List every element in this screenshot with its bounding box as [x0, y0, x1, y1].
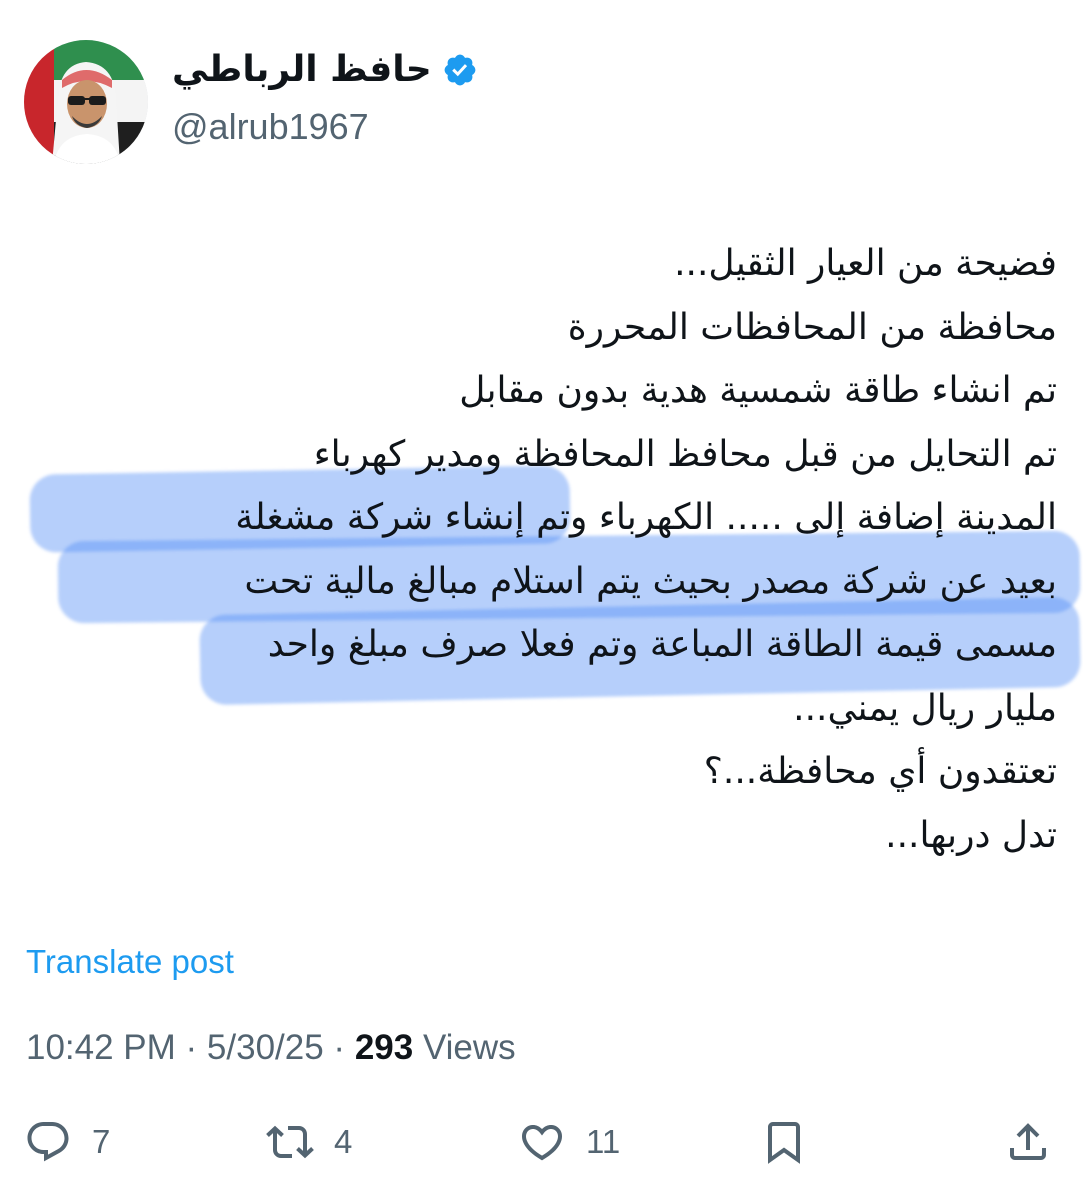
post-meta: 10:42 PM · 5/30/25 · 293 Views — [26, 1028, 516, 1068]
avatar-image — [24, 40, 148, 164]
action-bar: 7 4 11 — [0, 1110, 1083, 1180]
post-text-line: محافظة من المحافظات المحررة — [567, 306, 1057, 348]
post-text-line: مسمى قيمة الطاقة المباعة وتم فعلا صرف مب… — [267, 624, 1057, 665]
post-date[interactable]: 5/30/25 — [207, 1028, 324, 1067]
meta-separator: · — [323, 1028, 355, 1067]
like-button[interactable]: 11 — [518, 1118, 620, 1166]
like-count: 11 — [586, 1123, 621, 1160]
reply-button[interactable]: 7 — [24, 1118, 110, 1166]
translate-post-link[interactable]: Translate post — [26, 943, 234, 981]
post-text-line: فضيحة من العيار الثقيل... — [674, 243, 1057, 284]
views-count[interactable]: 293 — [355, 1028, 413, 1067]
repost-icon — [266, 1118, 314, 1166]
repost-count: 4 — [334, 1123, 353, 1160]
share-icon — [1004, 1118, 1052, 1166]
avatar[interactable] — [24, 40, 148, 164]
like-icon — [518, 1118, 566, 1166]
post-text-line: بعيد عن شركة مصدر بحيث يتم استلام مبالغ … — [244, 560, 1057, 602]
post-time[interactable]: 10:42 PM — [26, 1028, 176, 1067]
repost-button[interactable]: 4 — [266, 1118, 352, 1166]
post-text-line: تم انشاء طاقة شمسية هدية بدون مقابل — [459, 370, 1057, 411]
name-row: حافظ الرباطي — [172, 50, 478, 90]
bookmark-icon — [760, 1118, 808, 1166]
post-text-line: المدينة إضافة إلى ..... الكهرباء وتم إنش… — [235, 497, 1057, 538]
post-header: حافظ الرباطي @alrub1967 — [24, 40, 1059, 164]
post-text-line: تدل دربها... — [885, 814, 1057, 856]
views-label: Views — [413, 1028, 516, 1067]
post-text-line: مليار ريال يمني... — [793, 687, 1057, 729]
post-text: فضيحة من العيار الثقيل... محافظة من المح… — [37, 232, 1057, 867]
bookmark-button[interactable] — [760, 1118, 808, 1166]
post-text-line: تم التحايل من قبل محافظ المحافظة ومدير ك… — [313, 433, 1057, 475]
verified-badge-icon — [442, 52, 478, 88]
reply-icon — [24, 1118, 72, 1166]
post-text-line: تعتقدون أي محافظة...؟ — [703, 751, 1057, 792]
display-name[interactable]: حافظ الرباطي — [172, 50, 432, 90]
reply-count: 7 — [92, 1123, 111, 1160]
share-button[interactable] — [1004, 1118, 1052, 1166]
user-handle[interactable]: @alrub1967 — [172, 106, 369, 148]
meta-separator: · — [175, 1028, 207, 1067]
